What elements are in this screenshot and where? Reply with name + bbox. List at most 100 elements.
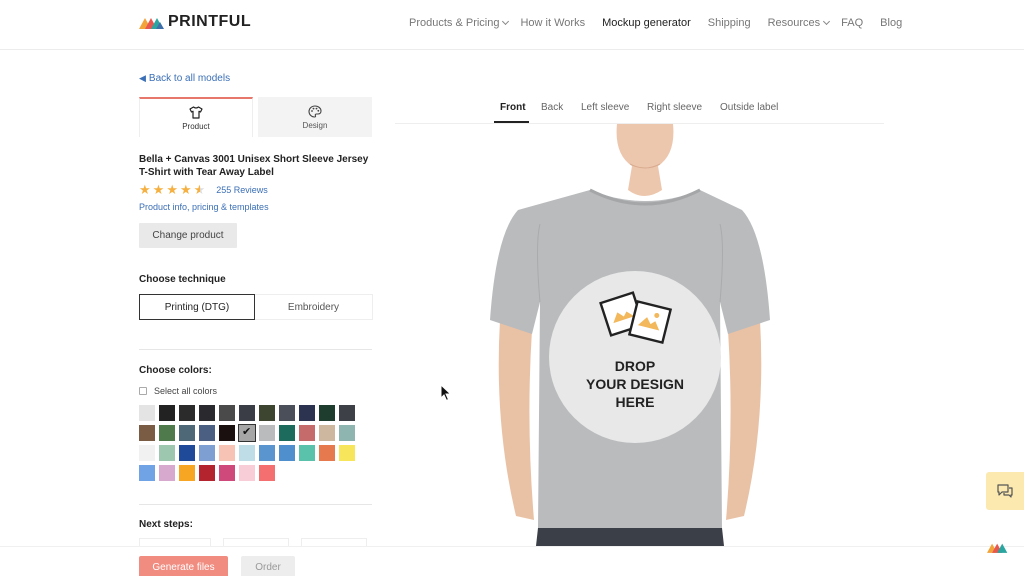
- color-swatch[interactable]: [279, 405, 295, 421]
- star-icon: ★: [179, 182, 192, 197]
- color-swatch[interactable]: [239, 465, 255, 481]
- chevron-down-icon: [823, 17, 831, 26]
- color-swatch[interactable]: [159, 405, 175, 421]
- color-swatch[interactable]: [259, 405, 275, 421]
- nav-how-it-works[interactable]: How it Works: [520, 17, 585, 29]
- checkmark-icon: ✔: [242, 426, 252, 438]
- next-step-option[interactable]: [301, 538, 367, 546]
- printful-logo[interactable]: PRINTFUL: [139, 13, 251, 31]
- color-swatch[interactable]: [159, 465, 175, 481]
- printful-corner-logo-icon: [987, 540, 1009, 558]
- tshirt-mockup: DROP YOUR DESIGN HERE: [480, 124, 780, 546]
- change-product-button[interactable]: Change product: [139, 223, 237, 248]
- nav-label: Blog: [880, 17, 903, 29]
- view-tab-right-sleeve[interactable]: Right sleeve: [647, 102, 702, 113]
- color-swatch[interactable]: [279, 425, 295, 441]
- color-swatch[interactable]: [299, 425, 315, 441]
- product-rating: ★ ★ ★ ★ ★ 255 Reviews: [139, 183, 268, 196]
- generate-files-button[interactable]: Generate files: [139, 556, 228, 576]
- nav-label: Shipping: [707, 17, 751, 29]
- technique-embroidery[interactable]: Embroidery: [255, 294, 373, 320]
- main-nav: Products & Pricing How it Works Mockup g…: [409, 17, 902, 29]
- color-swatch[interactable]: [319, 425, 335, 441]
- tab-design[interactable]: Design: [258, 97, 372, 137]
- color-swatch[interactable]: [239, 445, 255, 461]
- color-swatch[interactable]: [179, 405, 195, 421]
- color-swatch[interactable]: [259, 445, 275, 461]
- drop-design-text: DROP YOUR DESIGN HERE: [480, 357, 790, 411]
- color-swatch[interactable]: [219, 445, 235, 461]
- color-swatch[interactable]: [179, 465, 195, 481]
- color-swatch[interactable]: [179, 445, 195, 461]
- color-swatch[interactable]: [159, 425, 175, 441]
- nav-resources[interactable]: Resources: [768, 17, 831, 29]
- drop-text-line: DROP: [614, 358, 656, 374]
- star-half-icon: ★: [193, 182, 206, 197]
- view-tabs: Front Back Left sleeve Right sleeve Outs…: [395, 100, 884, 124]
- site-header: PRINTFUL Products & Pricing How it Works…: [0, 0, 1024, 50]
- color-swatch[interactable]: [139, 465, 155, 481]
- color-swatch[interactable]: [319, 445, 335, 461]
- nav-label: Products & Pricing: [409, 17, 500, 29]
- next-step-option[interactable]: [223, 538, 289, 546]
- nav-products-pricing[interactable]: Products & Pricing: [409, 17, 510, 29]
- color-swatch[interactable]: [299, 445, 315, 461]
- select-all-label: Select all colors: [154, 386, 218, 396]
- color-swatch[interactable]: [319, 405, 335, 421]
- color-swatch[interactable]: [219, 405, 235, 421]
- swatch-row: [139, 405, 359, 421]
- tab-label: Product: [182, 121, 210, 131]
- color-swatch[interactable]: ✔: [238, 424, 256, 442]
- tab-product[interactable]: Product: [139, 97, 253, 137]
- divider: [139, 349, 372, 350]
- view-tab-back[interactable]: Back: [541, 102, 563, 113]
- star-icon: ★: [152, 182, 165, 197]
- reviews-link[interactable]: 255 Reviews: [216, 185, 268, 195]
- color-swatch[interactable]: [199, 465, 215, 481]
- color-swatch[interactable]: [199, 425, 215, 441]
- logo-text: PRINTFUL: [168, 13, 252, 30]
- color-swatch[interactable]: [219, 425, 235, 441]
- color-swatch[interactable]: [299, 405, 315, 421]
- nav-label: FAQ: [841, 17, 864, 29]
- color-swatch[interactable]: [279, 445, 295, 461]
- color-swatch[interactable]: [159, 445, 175, 461]
- color-swatch[interactable]: [139, 425, 155, 441]
- printful-logo-icon: [139, 18, 164, 29]
- view-tab-front[interactable]: Front: [500, 102, 526, 113]
- technique-printing-dtg[interactable]: Printing (DTG): [139, 294, 255, 320]
- palette-icon: [308, 104, 322, 118]
- nav-faq[interactable]: FAQ: [841, 17, 863, 29]
- view-tab-outside-label[interactable]: Outside label: [720, 102, 778, 113]
- color-swatch[interactable]: [339, 405, 355, 421]
- back-to-models-link[interactable]: ◀ Back to all models: [139, 73, 230, 84]
- view-tab-left-sleeve[interactable]: Left sleeve: [581, 102, 629, 113]
- color-swatch[interactable]: [199, 405, 215, 421]
- color-swatch[interactable]: [199, 445, 215, 461]
- select-all-checkbox[interactable]: [139, 387, 147, 395]
- color-swatch[interactable]: [219, 465, 235, 481]
- color-swatch[interactable]: [239, 405, 255, 421]
- color-swatch[interactable]: [259, 465, 275, 481]
- color-swatch[interactable]: [339, 445, 355, 461]
- divider: [139, 504, 372, 505]
- chevron-down-icon: [502, 17, 510, 26]
- product-info-link[interactable]: Product info, pricing & templates: [139, 202, 269, 212]
- color-swatch[interactable]: [259, 425, 275, 441]
- color-swatch[interactable]: [339, 425, 355, 441]
- nav-blog[interactable]: Blog: [880, 17, 902, 29]
- color-swatch[interactable]: [139, 445, 155, 461]
- tab-label: Design: [302, 120, 328, 130]
- color-swatch[interactable]: [139, 405, 155, 421]
- technique-selector: Printing (DTG) Embroidery: [139, 294, 373, 320]
- drop-text-line: YOUR DESIGN: [585, 376, 684, 392]
- arrow-left-icon: ◀: [139, 73, 146, 83]
- color-swatch[interactable]: [179, 425, 195, 441]
- chat-button[interactable]: [986, 472, 1024, 510]
- select-all-colors[interactable]: Select all colors: [139, 386, 217, 396]
- nav-shipping[interactable]: Shipping: [708, 17, 751, 29]
- next-step-option[interactable]: [139, 538, 211, 546]
- order-button[interactable]: Order: [241, 556, 295, 576]
- color-swatches: ✔: [139, 405, 359, 485]
- nav-mockup-generator[interactable]: Mockup generator: [602, 17, 691, 29]
